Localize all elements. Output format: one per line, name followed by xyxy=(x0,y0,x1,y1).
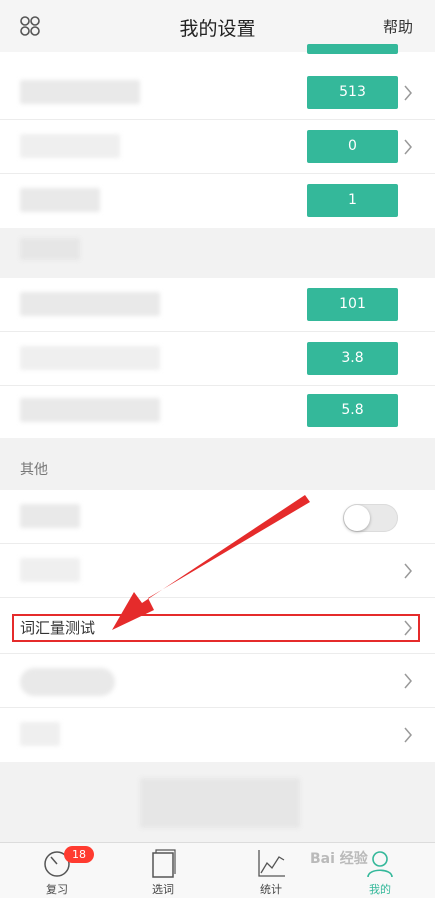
settings-row[interactable]: 0 xyxy=(0,120,435,174)
settings-row[interactable] xyxy=(0,708,435,762)
review-count-badge: 18 xyxy=(64,846,94,863)
bottom-tab-bar: 18 复习 选词 统计 我的 xyxy=(0,842,435,898)
toggle-knob xyxy=(344,505,370,531)
blurred-label xyxy=(20,292,160,316)
blurred-footer-text xyxy=(140,778,300,828)
value-badge[interactable]: 5.8 xyxy=(307,394,398,427)
chevron-right-icon xyxy=(404,85,412,101)
settings-row[interactable]: 101 xyxy=(0,278,435,332)
watermark-text: Bai 经验 xyxy=(310,851,368,867)
tab-statistics[interactable]: 统计 xyxy=(226,843,316,898)
settings-row[interactable]: 5.8 xyxy=(0,384,435,438)
chevron-right-icon xyxy=(404,727,412,743)
annotation-highlight-box xyxy=(12,614,420,642)
chevron-right-icon xyxy=(404,673,412,689)
line-chart-icon xyxy=(258,850,285,877)
blurred-label xyxy=(20,558,80,582)
settings-group-1: 513 0 1 xyxy=(0,44,435,228)
toggle-switch[interactable] xyxy=(343,504,398,532)
settings-group-2: 101 3.8 5.8 xyxy=(0,278,435,438)
tab-label: 我的 xyxy=(369,883,391,896)
settings-row[interactable] xyxy=(0,544,435,598)
value-badge[interactable]: 513 xyxy=(307,76,398,109)
value-badge-partial xyxy=(307,44,398,54)
blurred-label xyxy=(20,188,100,212)
settings-row[interactable]: 513 xyxy=(0,66,435,120)
blurred-label xyxy=(20,346,160,370)
chevron-right-icon xyxy=(404,563,412,579)
settings-row xyxy=(0,44,435,62)
value-badge[interactable]: 101 xyxy=(307,288,398,321)
chevron-right-icon xyxy=(404,139,412,155)
book-icon xyxy=(152,849,176,878)
settings-row-toggle[interactable] xyxy=(0,490,435,544)
settings-row[interactable]: 1 xyxy=(0,174,435,228)
settings-row[interactable]: 3.8 xyxy=(0,332,435,386)
blurred-label xyxy=(20,134,120,158)
blurred-label xyxy=(20,80,140,104)
user-icon xyxy=(367,851,393,878)
blurred-section-label xyxy=(20,238,80,260)
value-badge[interactable]: 0 xyxy=(307,130,398,163)
tab-label: 选词 xyxy=(152,883,174,896)
value-badge[interactable]: 1 xyxy=(307,184,398,217)
help-button[interactable]: 帮助 xyxy=(383,16,413,37)
tab-label: 统计 xyxy=(260,883,282,896)
tab-label: 复习 xyxy=(46,883,68,896)
value-badge[interactable]: 3.8 xyxy=(307,342,398,375)
tab-review[interactable]: 18 复习 xyxy=(12,843,102,898)
page-title: 我的设置 xyxy=(179,18,256,40)
blurred-label xyxy=(20,722,60,746)
blurred-label xyxy=(20,668,115,696)
blurred-label xyxy=(20,504,80,528)
settings-row[interactable] xyxy=(0,654,435,708)
blurred-label xyxy=(20,398,160,422)
tab-select-words[interactable]: 选词 xyxy=(118,843,208,898)
section-label-other: 其他 xyxy=(20,462,48,478)
